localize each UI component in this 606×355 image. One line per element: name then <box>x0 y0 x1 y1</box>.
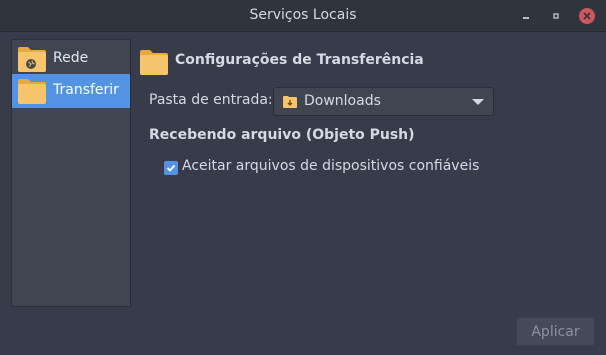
section-title: Configurações de Transferência <box>175 52 424 68</box>
sidebar-item-label: Transferir <box>53 82 119 98</box>
close-icon <box>583 12 591 20</box>
incoming-folder-label: Pasta de entrada: <box>149 92 273 108</box>
checkmark-icon <box>166 164 176 172</box>
chevron-down-icon <box>472 99 484 105</box>
accept-trusted-checkbox[interactable] <box>164 161 178 175</box>
maximize-button[interactable] <box>548 8 564 24</box>
maximize-icon <box>553 13 559 19</box>
title-bar[interactable]: Serviços Locais <box>0 0 606 32</box>
accept-trusted-label[interactable]: Aceitar arquivos de dispositivos confiáv… <box>182 158 479 174</box>
window-title: Serviços Locais <box>249 7 357 23</box>
downloads-folder-icon <box>283 96 297 108</box>
receiving-title: Recebendo arquivo (Objeto Push) <box>149 127 415 143</box>
minimize-icon <box>523 17 529 19</box>
sidebar-item-rede[interactable]: Rede <box>12 42 130 76</box>
sidebar-item-transferir[interactable]: Transferir <box>12 74 130 108</box>
close-button[interactable] <box>579 8 595 24</box>
folder-icon <box>18 79 46 104</box>
incoming-folder-select[interactable]: Downloads <box>273 87 494 116</box>
sidebar: Rede Transferir <box>11 39 131 307</box>
minimize-button[interactable] <box>518 8 534 24</box>
transfer-folder-icon <box>140 50 168 75</box>
apply-button[interactable]: Aplicar <box>516 317 595 346</box>
sidebar-item-label: Rede <box>53 50 89 66</box>
incoming-folder-value: Downloads <box>304 93 381 109</box>
bluetooth-services-window: Serviços Locais Rede Transferir Configur… <box>0 0 606 355</box>
folder-network-icon <box>18 47 46 72</box>
